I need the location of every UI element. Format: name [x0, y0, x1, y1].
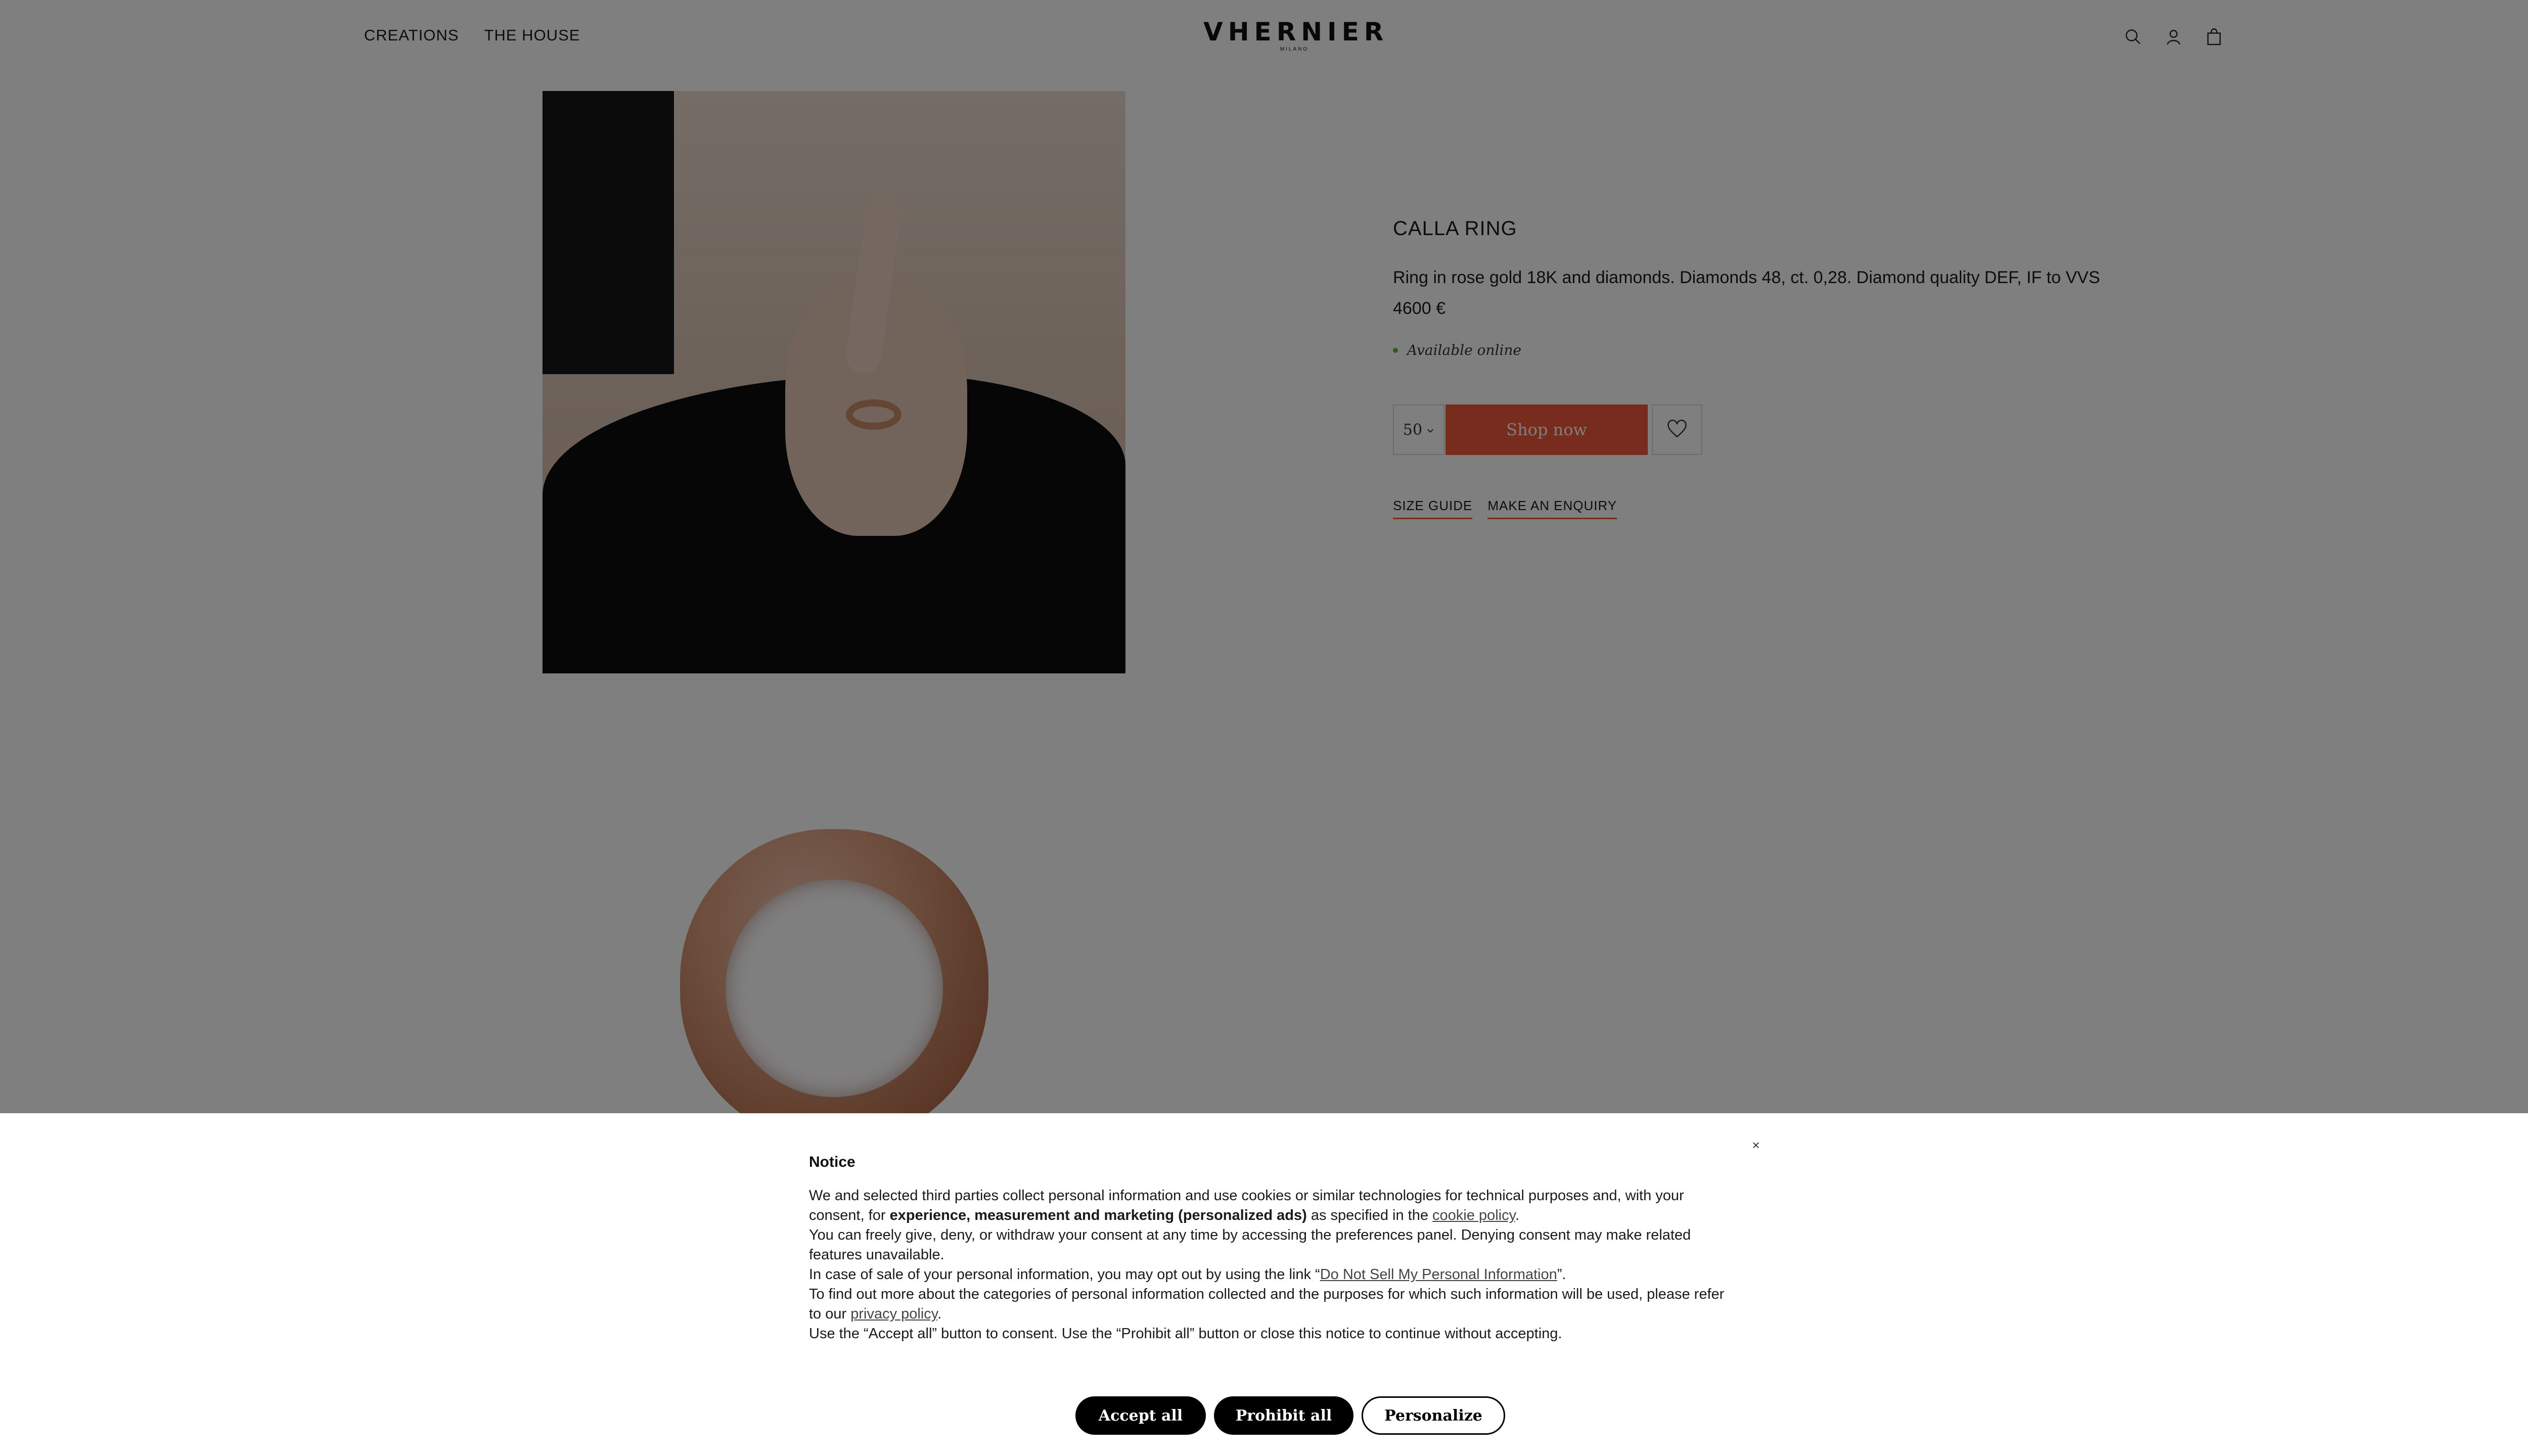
notice-content: Notice We and selected third parties col…: [809, 1154, 1739, 1344]
notice-paragraph-2: You can freely give, deny, or withdraw y…: [809, 1227, 1691, 1263]
notice-paragraph-1: We and selected third parties collect pe…: [809, 1188, 1684, 1223]
notice-body: We and selected third parties collect pe…: [809, 1186, 1739, 1344]
prohibit-all-button[interactable]: Prohibit all: [1214, 1396, 1353, 1435]
notice-paragraph-3: In case of sale of your personal informa…: [809, 1266, 1566, 1283]
notice-title: Notice: [809, 1154, 855, 1170]
notice-paragraph-4: To find out more about the categories of…: [809, 1286, 1725, 1322]
notice-paragraph-5: Use the “Accept all” button to consent. …: [809, 1326, 1562, 1342]
privacy-policy-link[interactable]: privacy policy: [850, 1306, 937, 1322]
notice-buttons: Accept all Prohibit all Personalize: [1075, 1396, 1505, 1435]
close-icon[interactable]: ×: [1748, 1138, 1764, 1153]
accept-all-button[interactable]: Accept all: [1075, 1396, 1206, 1435]
personalize-button[interactable]: Personalize: [1362, 1396, 1505, 1435]
do-not-sell-link[interactable]: Do Not Sell My Personal Information: [1320, 1266, 1557, 1283]
cookie-policy-link[interactable]: cookie policy: [1432, 1207, 1515, 1223]
cookie-notice-banner: × Notice We and selected third parties c…: [0, 1113, 2528, 1456]
